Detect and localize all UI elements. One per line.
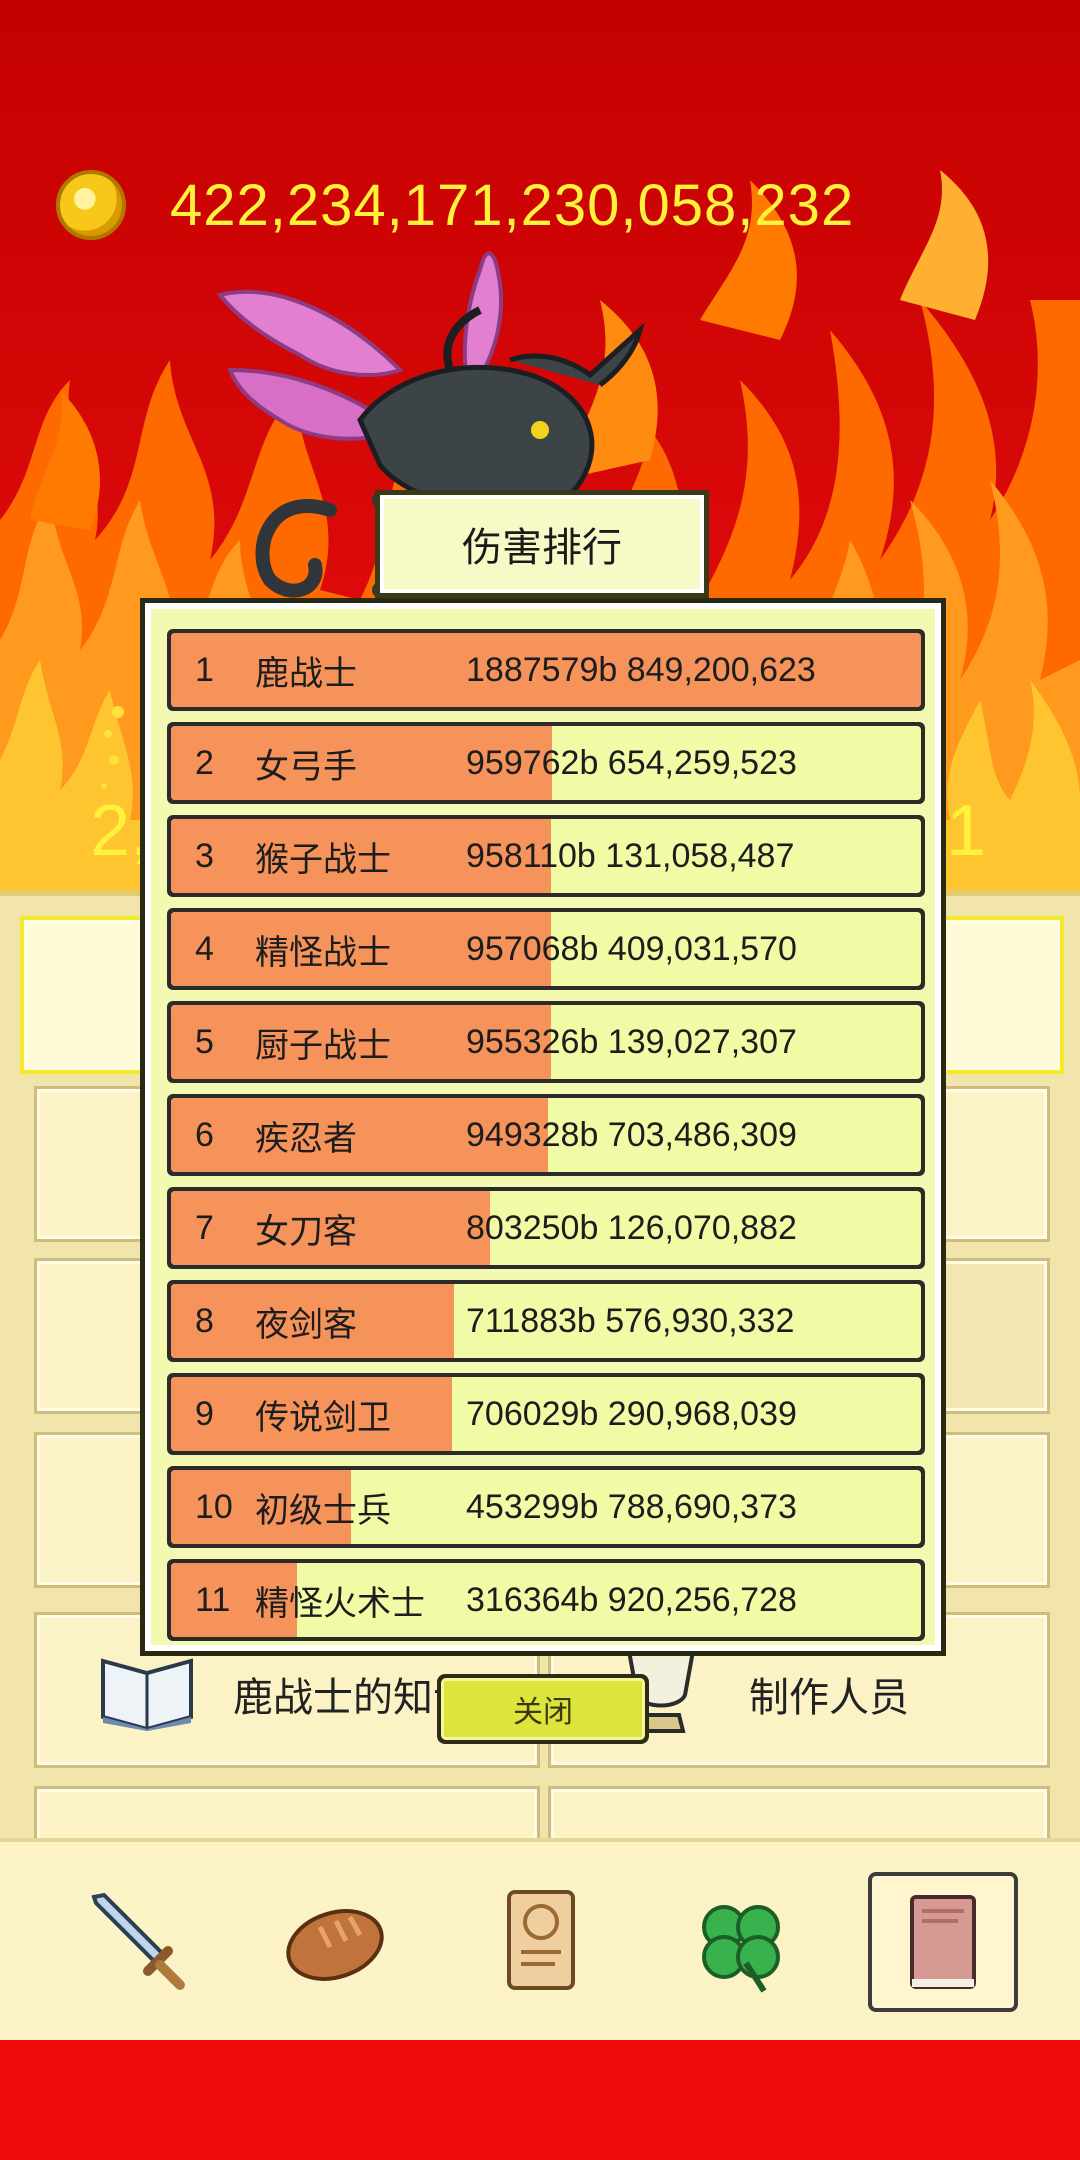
damage-ranking-popup: 1 鹿战士 1887579b 849,200,623 2 女弓手 959762b 654,… [140, 598, 946, 1656]
hp-display-right: 1 [946, 791, 987, 871]
damage-value: 959762b 654,259,523 [466, 743, 797, 782]
hero-name: 厨子战士 [255, 1026, 391, 1065]
ranking-list[interactable]: 1 鹿战士 1887579b 849,200,623 2 女弓手 959762b 654,… [145, 603, 941, 1651]
damage-value: 958110b 131,058,487 [466, 836, 795, 875]
hero-name: 初级士兵 [255, 1491, 391, 1530]
bread-icon [286, 1909, 384, 1981]
nav-item-scroll[interactable] [466, 1872, 616, 2012]
ranking-row: 9 传说剑卫 706029b 290,968,039 [167, 1373, 925, 1455]
hero-name: 传说剑卫 [255, 1398, 391, 1437]
close-button-label: 关闭 [441, 1678, 645, 1740]
hero-name: 女弓手 [255, 747, 357, 786]
damage-value: 957068b 409,031,570 [466, 929, 797, 968]
damage-value: 706029b 290,968,039 [466, 1394, 797, 1433]
hero-name: 猴子战士 [255, 840, 391, 879]
damage-value: 803250b 126,070,882 [466, 1208, 797, 1247]
rank-number: 11 [195, 1580, 231, 1619]
damage-value: 711883b 576,930,332 [466, 1301, 795, 1340]
ranking-title: 伤害排行 [380, 495, 704, 593]
gold-coin-icon [56, 170, 126, 240]
open-book-icon [101, 1658, 193, 1731]
rank-number: 10 [195, 1487, 233, 1526]
rank-number: 7 [195, 1208, 214, 1247]
scroll-icon [507, 1890, 575, 1990]
rank-number: 1 [195, 650, 214, 689]
ranking-row: 3 猴子战士 958110b 131,058,487 [167, 815, 925, 897]
ranking-row: 4 精怪战士 957068b 409,031,570 [167, 908, 925, 990]
bottom-nav [0, 1838, 1080, 2042]
hero-name: 鹿战士 [255, 654, 357, 693]
damage-value: 453299b 788,690,373 [466, 1487, 797, 1526]
damage-value: 1887579b 849,200,623 [466, 650, 816, 689]
damage-value: 949328b 703,486,309 [466, 1115, 797, 1154]
hero-name: 精怪战士 [255, 933, 391, 972]
hero-name: 女刀客 [255, 1212, 357, 1251]
bottom-strip [0, 2040, 1080, 2160]
rank-number: 6 [195, 1115, 214, 1154]
sword-icon [91, 1892, 185, 1990]
rank-number: 5 [195, 1022, 214, 1061]
nav-item-clover[interactable] [666, 1872, 816, 2012]
rank-number: 3 [195, 836, 214, 875]
ranking-title-box: 伤害排行 [375, 490, 709, 598]
book-icon [910, 1895, 976, 1989]
hero-name: 夜剑客 [255, 1305, 357, 1344]
close-button[interactable]: 关闭 [437, 1674, 649, 1744]
damage-value: 955326b 139,027,307 [466, 1022, 797, 1061]
ranking-row: 5 厨子战士 955326b 139,027,307 [167, 1001, 925, 1083]
nav-item-sword[interactable] [62, 1872, 212, 2012]
rank-number: 2 [195, 743, 214, 782]
clover-icon [702, 1905, 780, 1993]
ranking-row: 2 女弓手 959762b 654,259,523 [167, 722, 925, 804]
hero-name: 精怪火术士 [255, 1584, 425, 1623]
rank-number: 9 [195, 1394, 214, 1433]
credits-label: 制作人员 [749, 1676, 909, 1720]
nav-item-book[interactable] [868, 1872, 1018, 2012]
ranking-row: 1 鹿战士 1887579b 849,200,623 [167, 629, 925, 711]
coin-counter: 422,234,171,230,058,232 [56, 165, 854, 245]
coin-amount: 422,234,171,230,058,232 [170, 172, 855, 238]
ranking-row: 7 女刀客 803250b 126,070,882 [167, 1187, 925, 1269]
ranking-row: 10 初级士兵 453299b 788,690,373 [167, 1466, 925, 1548]
ranking-row: 11 精怪火术士 316364b 920,256,728 [167, 1559, 925, 1641]
hero-name: 疾忍者 [255, 1119, 357, 1158]
damage-value: 316364b 920,256,728 [466, 1580, 797, 1619]
rank-number: 8 [195, 1301, 214, 1340]
nav-item-bread[interactable] [260, 1872, 410, 2012]
ranking-row: 6 疾忍者 949328b 703,486,309 [167, 1094, 925, 1176]
ranking-row: 8 夜剑客 711883b 576,930,332 [167, 1280, 925, 1362]
rank-number: 4 [195, 929, 214, 968]
